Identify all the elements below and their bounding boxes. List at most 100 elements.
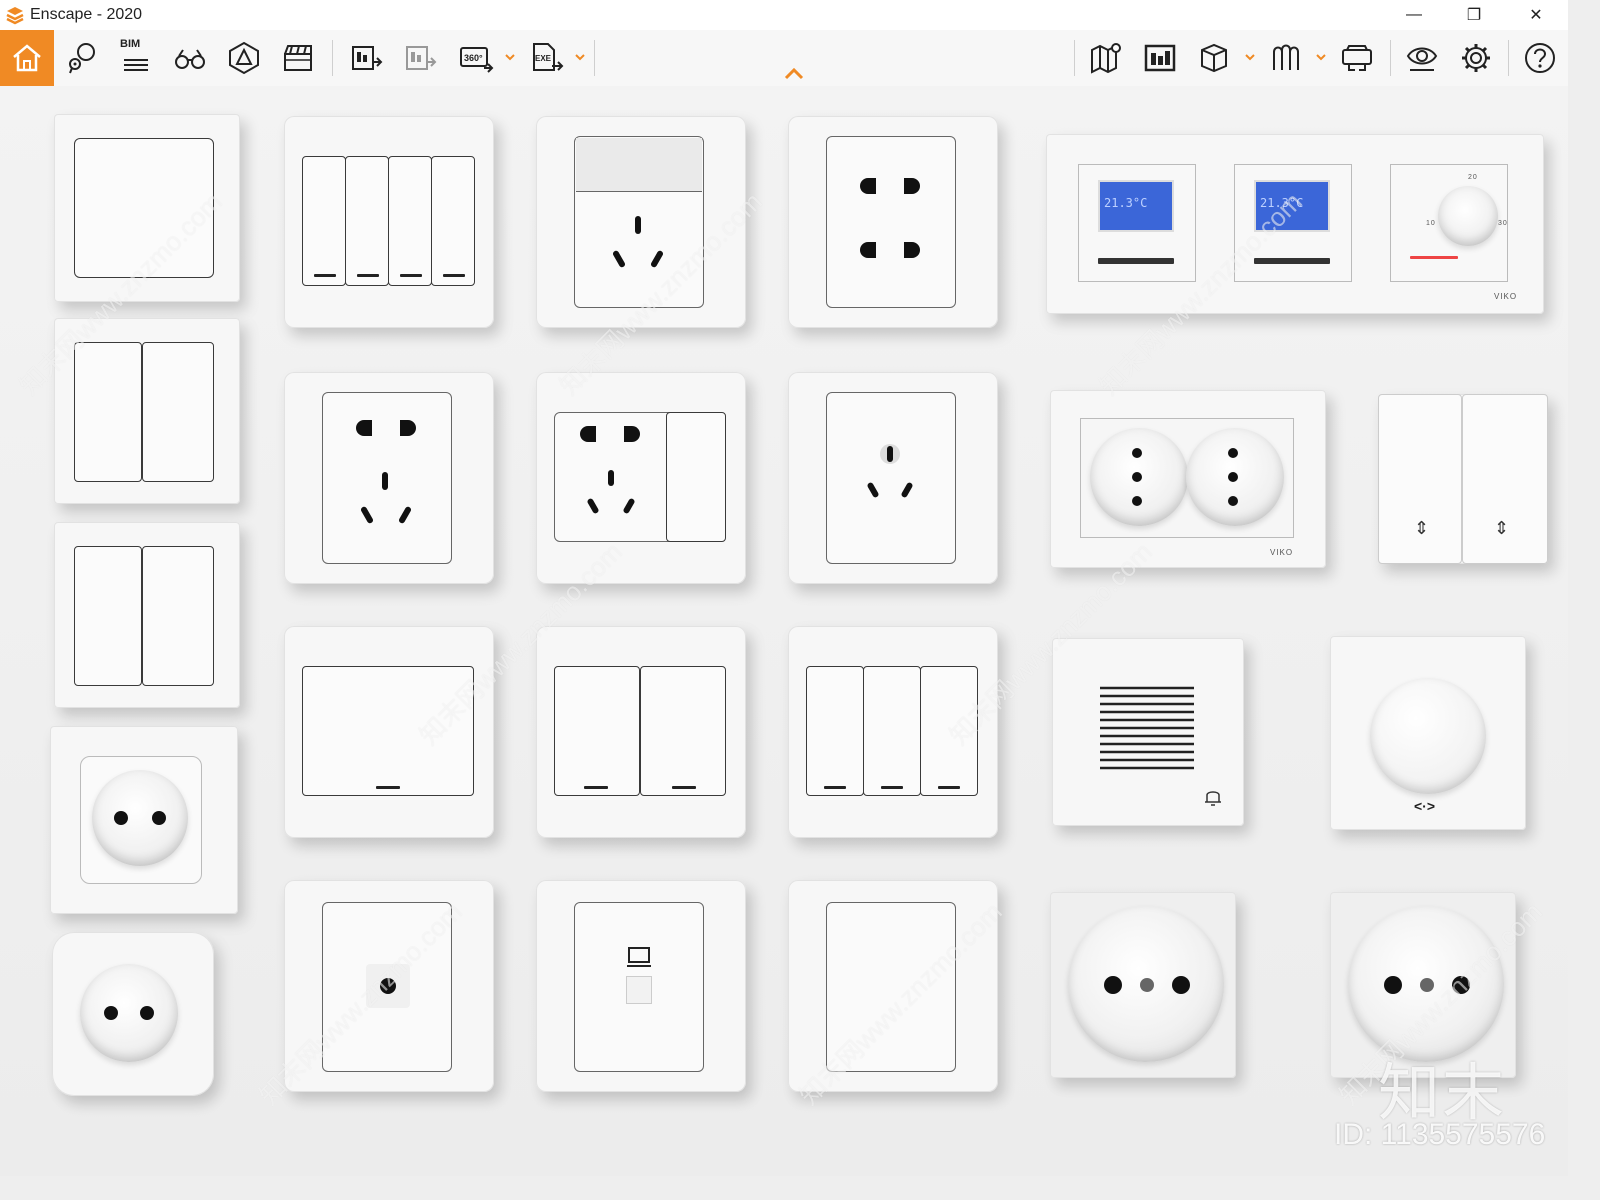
vr-headset-button[interactable] [1333,34,1381,82]
panorama-button[interactable]: 360° [452,34,500,82]
lcd-temperature: 21.3°C [1104,196,1148,210]
window-title: Enscape - 2020 [30,6,143,23]
title-bar: Enscape - 2020 — ❐ ✕ [0,0,1568,30]
indicator-led [938,786,960,789]
socket-hole [114,811,128,825]
toolbar-separator [1074,40,1075,76]
socket-hole [1228,448,1238,458]
visual-settings-button[interactable] [1398,34,1446,82]
dial-label-right: 30 [1498,220,1508,227]
atmosphere-icon [1273,44,1299,70]
socket-hole [152,811,166,825]
up-down-arrows-icon: ⇕ [1414,518,1430,538]
vr-headset-icon [1342,45,1372,71]
rocker-left [74,342,142,482]
doorbell-buzzer-plate [1052,638,1244,826]
export-exe-button[interactable]: EXE [522,34,570,82]
shutter-switch-plate: ⇕ ⇕ [1378,394,1548,564]
socket-pin [608,470,614,486]
schuko-socket-plate [50,726,238,914]
5pin-socket-with-switch-plate [536,372,746,584]
view-dropdown-chevron-icon[interactable] [1243,50,1257,64]
switch-key [576,138,702,192]
2pin-double-socket-plate [788,116,998,328]
socket-pin [860,242,876,258]
double-schuko-frame: VIKO [1050,390,1326,568]
rocker [302,156,346,286]
toolbar-separator [1508,40,1509,76]
thermostat-buttons [1098,258,1174,264]
dimmer-knob [1370,678,1486,794]
panorama-360-icon: 360° [460,47,494,73]
minimize-button[interactable]: — [1390,0,1438,30]
schuko-socket [92,770,188,866]
export-dropdown-chevron-icon[interactable] [573,50,587,64]
sync-views-button[interactable] [58,34,106,82]
indicator-led [443,274,465,277]
batch-render-icon [352,46,383,70]
panorama-dropdown-chevron-icon[interactable] [503,50,517,64]
speaker-grille [1100,686,1194,770]
socket-hole [1132,496,1142,506]
bim-button[interactable]: BIM [112,34,160,82]
batch-render-button[interactable] [342,34,390,82]
socket-hole [1132,448,1142,458]
dial-label-top: 20 [1468,174,1478,181]
earth-pin [1140,978,1154,992]
socket-pin [904,242,920,258]
thermostat-buttons [1254,258,1330,264]
render-pdf-button[interactable] [396,34,444,82]
computer-icon [627,947,651,967]
asset-library-icon [229,41,259,75]
help-button[interactable] [1516,34,1564,82]
indicator-led [357,274,379,277]
socket-hole [1132,472,1142,482]
rocker [806,666,864,796]
rj45-port [626,976,652,1004]
close-button[interactable]: ✕ [1512,0,1560,30]
socket-pin [635,216,641,234]
atmosphere-button[interactable] [1262,34,1310,82]
round-2pin-socket-plate [1050,892,1236,1078]
restore-button[interactable]: ❐ [1450,0,1498,30]
socket-hole [104,1006,118,1020]
indicator-led [314,274,336,277]
rocker-right [142,546,214,686]
indicator-led [672,786,696,789]
render-viewport[interactable]: 21.3°C 21.3°C 20 10 30 VIKO VIKO ⇕ ⇕ <·>… [0,86,1568,1176]
panorama-label: 360° [464,53,483,63]
5pin-socket-plate [284,372,494,584]
map-icon [1091,43,1121,74]
rocker [388,156,432,286]
socket-pin [382,472,388,490]
rocker [554,666,640,796]
socket-hole [1384,976,1402,994]
views-button[interactable] [166,34,214,82]
up-down-arrows-icon: ⇕ [1494,518,1510,538]
toolbar-separator [332,40,333,76]
view-management-button[interactable] [1190,34,1238,82]
schuko-socket [80,964,178,1062]
network-socket-plate [536,880,746,1092]
socket-hole [1104,976,1122,994]
settings-button[interactable] [1452,34,1500,82]
dial-label-left: 10 [1426,220,1436,227]
socket-pin [356,420,372,436]
watermark-id: ID: 1135575576 [1334,1118,1546,1151]
collapse-toolbar-chevron-up-icon[interactable] [780,62,808,84]
socket-hole [140,1006,154,1020]
atmosphere-dropdown-chevron-icon[interactable] [1314,50,1328,64]
cube-view-icon [1201,43,1227,73]
asset-library-button[interactable] [220,34,268,82]
screenshot-icon [1144,44,1176,72]
video-editor-button[interactable] [274,34,322,82]
indicator-led [881,786,903,789]
indicator-led [400,274,422,277]
home-button[interactable] [0,30,54,86]
map-button[interactable] [1082,34,1130,82]
screenshot-button[interactable] [1136,34,1184,82]
export-exe-icon: EXE [533,43,564,71]
socket-pin [904,178,920,194]
socket-frame [826,136,956,308]
rounded-schuko-socket-plate [52,932,214,1096]
